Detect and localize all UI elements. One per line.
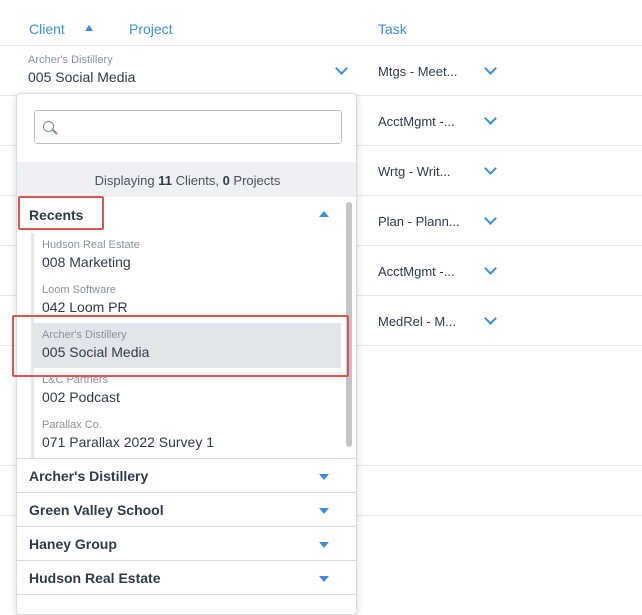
- list-item[interactable]: Parallax Co. 071 Parallax 2022 Survey 1: [31, 413, 341, 458]
- expand-icon[interactable]: [319, 576, 329, 582]
- project-column-header[interactable]: Project: [129, 21, 173, 37]
- selected-item-highlight-box: [12, 315, 349, 377]
- client-group-row[interactable]: Hudson Real Estate: [17, 560, 356, 594]
- client-group-row[interactable]: [17, 594, 356, 614]
- search-icon: [43, 121, 54, 132]
- list-item[interactable]: Hudson Real Estate 008 Marketing: [31, 233, 341, 278]
- chevron-down-icon[interactable]: [484, 62, 497, 75]
- chevron-down-icon[interactable]: [484, 212, 497, 225]
- row-project[interactable]: 005 Social Media: [28, 69, 135, 85]
- row-task[interactable]: Mtgs - Meet...: [378, 64, 457, 79]
- row-task[interactable]: Plan - Plann...: [378, 214, 460, 229]
- expand-icon[interactable]: [319, 508, 329, 514]
- client-group-row[interactable]: Green Valley School: [17, 492, 356, 526]
- client-group-row[interactable]: Archer's Distillery: [17, 458, 356, 492]
- group-label: Green Valley School: [29, 502, 164, 518]
- chevron-down-icon[interactable]: [335, 62, 348, 75]
- table-row: Archer's Distillery 005 Social Media Mtg…: [0, 46, 642, 96]
- result-count-text: Displaying 11 Clients, 0 Projects: [94, 173, 281, 188]
- group-label: Hudson Real Estate: [29, 570, 161, 586]
- project-count: 0: [222, 173, 230, 188]
- recent-project: 071 Parallax 2022 Survey 1: [42, 434, 214, 450]
- result-count-bar: Displaying 11 Clients, 0 Projects: [17, 162, 356, 197]
- recent-client: Hudson Real Estate: [42, 239, 140, 251]
- collapse-icon[interactable]: [319, 211, 329, 217]
- recent-client: Parallax Co.: [42, 419, 102, 431]
- client-count: 11: [158, 173, 172, 188]
- chevron-down-icon[interactable]: [484, 262, 497, 275]
- row-task[interactable]: MedRel - M...: [378, 314, 456, 329]
- sort-ascending-icon[interactable]: [85, 25, 93, 31]
- group-label: Archer's Distillery: [29, 468, 149, 484]
- chevron-down-icon[interactable]: [484, 312, 497, 325]
- chevron-down-icon[interactable]: [484, 112, 497, 125]
- expand-icon[interactable]: [319, 542, 329, 548]
- row-task[interactable]: Wrtg - Writ...: [378, 164, 450, 179]
- recent-project: 042 Loom PR: [42, 299, 128, 315]
- recent-project: 008 Marketing: [42, 254, 131, 270]
- search-input[interactable]: [34, 110, 342, 144]
- client-group-row[interactable]: Haney Group: [17, 526, 356, 560]
- expand-icon[interactable]: [319, 474, 329, 480]
- row-task[interactable]: AcctMgmt -...: [378, 114, 455, 129]
- recents-highlight-box: [18, 196, 104, 230]
- group-label: Haney Group: [29, 536, 117, 552]
- task-column-header[interactable]: Task: [378, 21, 407, 37]
- table-header: Client Project Task: [0, 0, 642, 46]
- client-column-header[interactable]: Client: [29, 21, 65, 37]
- recent-client: Loom Software: [42, 284, 116, 296]
- row-task[interactable]: AcctMgmt -...: [378, 264, 455, 279]
- chevron-down-icon[interactable]: [484, 162, 497, 175]
- recent-project: 002 Podcast: [42, 389, 120, 405]
- row-client: Archer's Distillery: [28, 54, 113, 66]
